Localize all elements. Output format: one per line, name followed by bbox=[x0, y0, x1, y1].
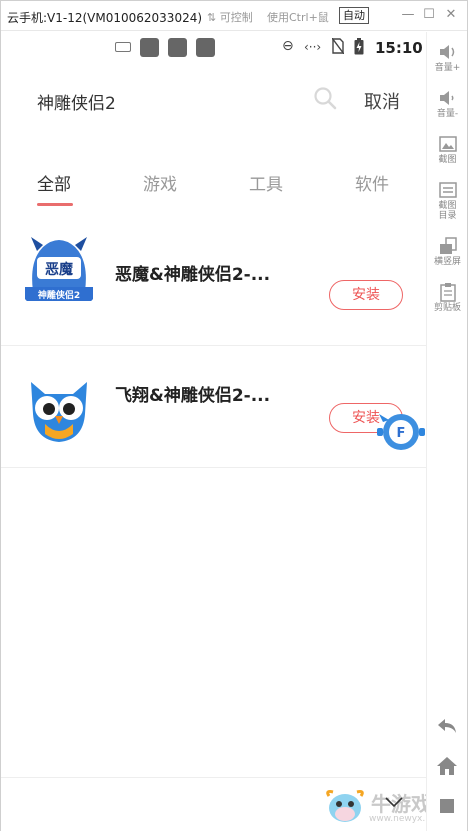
status-bar: ⊖ ‹··› 15:10 bbox=[1, 32, 426, 62]
back-icon[interactable] bbox=[435, 714, 459, 738]
screenshot-button[interactable]: 截图 bbox=[427, 130, 468, 174]
home-icon[interactable] bbox=[435, 754, 459, 778]
auto-button[interactable]: 自动 bbox=[339, 7, 369, 24]
app-name: 飞翔&神雕侠侣2-... bbox=[115, 386, 271, 406]
control-toggle[interactable]: ⇅ 可控制 bbox=[207, 9, 253, 25]
tab-all[interactable]: 全部 bbox=[37, 170, 71, 195]
tab-software[interactable]: 软件 bbox=[355, 170, 389, 195]
volume-up-icon bbox=[439, 45, 454, 59]
svg-text:F: F bbox=[397, 426, 406, 441]
window-title: 云手机:V1-12(VM010062033024) bbox=[7, 11, 203, 25]
search-bar: 神雕侠侣2 取消 bbox=[1, 70, 426, 130]
phone-screen: ⊖ ‹··› 15:10 神雕侠侣2 取消 全部 游戏 工具 软件 恶魔 神雕侠… bbox=[1, 32, 426, 831]
active-tab-indicator bbox=[37, 203, 73, 206]
screenshot-icon bbox=[438, 136, 457, 152]
volume-down-icon bbox=[439, 91, 453, 105]
keyboard-icon bbox=[115, 42, 131, 52]
no-sim-icon bbox=[331, 37, 345, 58]
recent-apps-icon[interactable] bbox=[435, 794, 459, 818]
do-not-disturb-icon: ⊖ bbox=[282, 38, 294, 54]
watermark-url: www.newyx.net bbox=[369, 814, 426, 824]
list-item[interactable]: 飞翔&神雕侠侣2-... 安装 bbox=[1, 346, 426, 468]
bottom-bar: 牛游戏网 www.newyx.net bbox=[1, 777, 426, 831]
watermark-logo: 牛游戏网 www.newyx.net bbox=[323, 784, 426, 830]
minimize-icon[interactable]: — bbox=[401, 8, 415, 22]
cancel-button[interactable]: 取消 bbox=[364, 88, 400, 114]
control-label: 可控制 bbox=[219, 11, 253, 24]
rotate-icon bbox=[439, 237, 457, 254]
battery-charging-icon bbox=[354, 38, 364, 59]
cloud-phone-window: 云手机:V1-12(VM010062033024) ⇅ 可控制 使用Ctrl+鼠… bbox=[0, 0, 468, 831]
app-name: 恶魔&神雕侠侣2-... bbox=[115, 265, 271, 285]
maximize-icon[interactable]: ☐ bbox=[422, 8, 436, 22]
chevron-down-icon[interactable] bbox=[385, 792, 403, 811]
clipboard-button[interactable]: 剪贴板 bbox=[427, 278, 468, 322]
ctrl-hint: 使用Ctrl+鼠 bbox=[267, 11, 329, 24]
screenshot-folder-label: 截图目录 bbox=[438, 201, 457, 221]
sliders-icon: ⇅ bbox=[207, 11, 217, 24]
notification-icon bbox=[196, 38, 215, 57]
clipboard-label: 剪贴板 bbox=[433, 303, 461, 313]
volume-up-button[interactable]: 音量+ bbox=[427, 38, 468, 82]
volume-up-label: 音量+ bbox=[434, 63, 461, 73]
icon-subtext: 神雕侠侣2 bbox=[38, 289, 80, 301]
demon-app-icon: 恶魔 神雕侠侣2 bbox=[23, 231, 95, 303]
data-transfer-icon: ‹··› bbox=[304, 40, 322, 54]
title-bar: 云手机:V1-12(VM010062033024) ⇅ 可控制 使用Ctrl+鼠… bbox=[1, 1, 467, 31]
rotate-label: 横竖屏 bbox=[433, 257, 461, 267]
clipboard-icon bbox=[439, 283, 456, 302]
install-button[interactable]: 安装 bbox=[329, 280, 403, 310]
tab-games[interactable]: 游戏 bbox=[143, 170, 177, 195]
floating-assistant-icon[interactable]: F bbox=[377, 410, 425, 452]
screenshot-folder-icon bbox=[438, 182, 457, 198]
notification-icon bbox=[168, 38, 187, 57]
volume-down-button[interactable]: 音量- bbox=[427, 84, 468, 128]
icon-text: 恶魔 bbox=[45, 261, 74, 278]
screenshot-folder-button[interactable]: 截图目录 bbox=[427, 176, 468, 230]
owl-app-icon bbox=[23, 374, 95, 446]
screenshot-label: 截图 bbox=[438, 155, 457, 165]
notification-icon bbox=[140, 38, 159, 57]
search-icon[interactable] bbox=[313, 86, 337, 110]
rotate-screen-button[interactable]: 横竖屏 bbox=[427, 232, 468, 276]
tab-tools[interactable]: 工具 bbox=[249, 170, 283, 195]
clock-time: 15:10 bbox=[375, 39, 423, 57]
volume-down-label: 音量- bbox=[436, 109, 459, 119]
category-tabs: 全部 游戏 工具 软件 bbox=[1, 162, 426, 212]
close-icon[interactable]: ✕ bbox=[444, 8, 458, 22]
side-control-panel: 音量+ 音量- 截图 截图目录 横竖屏 剪贴板 bbox=[426, 32, 467, 831]
search-input[interactable]: 神雕侠侣2 bbox=[37, 89, 116, 114]
list-item[interactable]: 恶魔 神雕侠侣2 恶魔&神雕侠侣2-... 安装 bbox=[1, 224, 426, 346]
